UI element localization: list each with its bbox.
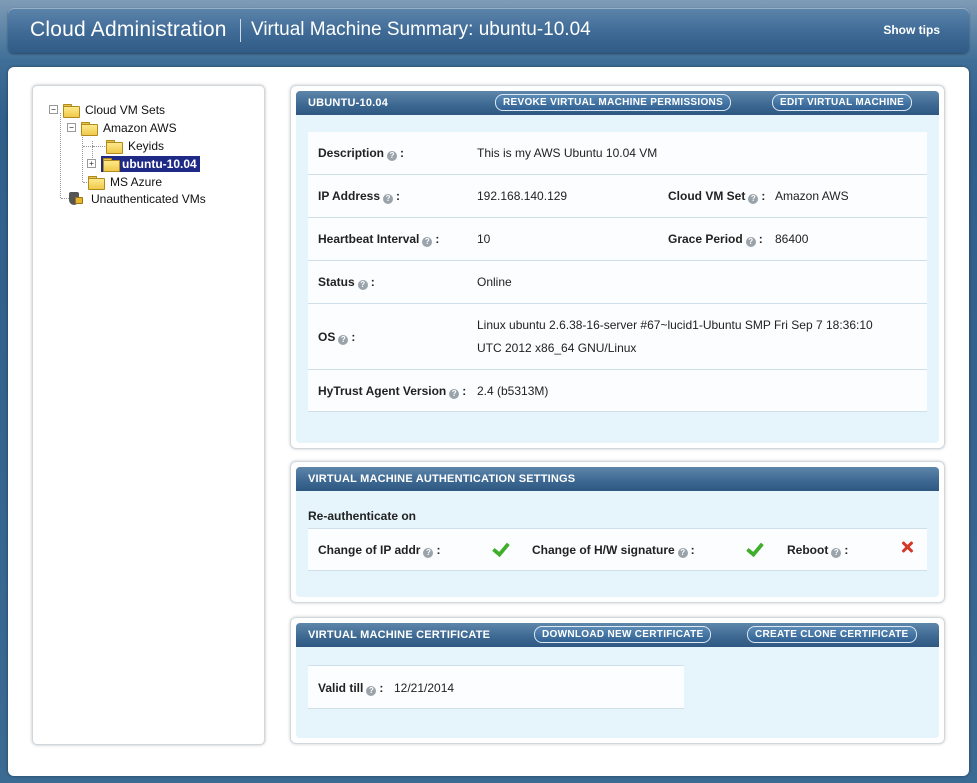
ip-address-value: 192.168.140.129 xyxy=(477,189,568,203)
vm-summary-card: UBUNTU-10.04 REVOKE VIRTUAL MACHINE PERM… xyxy=(290,85,945,449)
revoke-permissions-button[interactable]: REVOKE VIRTUAL MACHINE PERMISSIONS xyxy=(495,94,732,111)
heartbeat-label: Heartbeat Interval?: xyxy=(318,232,440,247)
row-description: Description?: This is my AWS Ubuntu 10.0… xyxy=(308,132,927,175)
tree-label[interactable]: Amazon AWS xyxy=(100,120,180,136)
vm-certificate-header: VIRTUAL MACHINE CERTIFICATE DOWNLOAD NEW… xyxy=(296,623,939,647)
help-icon[interactable]: ? xyxy=(422,237,433,247)
vm-auth-card: VIRTUAL MACHINE AUTHENTICATION SETTINGS … xyxy=(290,461,945,603)
folder-icon xyxy=(88,175,105,190)
ip-address-label: IP Address?: xyxy=(318,189,401,204)
vm-auth-header: VIRTUAL MACHINE AUTHENTICATION SETTINGS xyxy=(296,467,939,491)
valid-till-value: 12/21/2014 xyxy=(394,681,455,695)
vm-tree-panel: − Cloud VM Sets − Amazon AWS Keyids + ub… xyxy=(32,85,265,745)
app-header: Cloud Administration Virtual Machine Sum… xyxy=(8,8,969,53)
vm-certificate-card: VIRTUAL MACHINE CERTIFICATE DOWNLOAD NEW… xyxy=(290,617,945,744)
check-icon xyxy=(494,540,510,554)
create-clone-certificate-button[interactable]: CREATE CLONE CERTIFICATE xyxy=(747,626,917,643)
tree-label[interactable]: Cloud VM Sets xyxy=(82,102,168,118)
description-value: This is my AWS Ubuntu 10.04 VM xyxy=(477,146,658,160)
vm-summary-header: UBUNTU-10.04 REVOKE VIRTUAL MACHINE PERM… xyxy=(296,91,939,115)
vm-certificate-body: Valid till?: 12/21/2014 xyxy=(296,647,939,738)
folder-icon xyxy=(81,121,98,136)
collapse-toggle[interactable]: − xyxy=(49,105,58,114)
row-heartbeat: Heartbeat Interval?: 10 Grace Period?: 8… xyxy=(308,218,927,261)
row-ip-address: IP Address?: 192.168.140.129 Cloud VM Se… xyxy=(308,175,927,218)
os-label: OS?: xyxy=(318,330,356,345)
main-panel: − Cloud VM Sets − Amazon AWS Keyids + ub… xyxy=(8,67,969,776)
status-value: Online xyxy=(477,275,512,289)
row-os: OS?: Linux ubuntu 2.6.38-16-server #67~l… xyxy=(308,304,927,370)
os-value-line1: Linux ubuntu 2.6.38-16-server #67~lucid1… xyxy=(477,318,873,332)
folder-icon xyxy=(103,157,120,172)
agent-version-value: 2.4 (b5313M) xyxy=(477,384,549,398)
agent-version-label: HyTrust Agent Version?: xyxy=(318,384,467,399)
help-icon[interactable]: ? xyxy=(423,548,434,558)
heartbeat-value: 10 xyxy=(477,232,491,246)
tree-label[interactable]: MS Azure xyxy=(107,174,165,190)
status-label: Status?: xyxy=(318,275,375,290)
show-tips-link[interactable]: Show tips xyxy=(883,23,940,37)
reboot-label: Reboot?: xyxy=(787,543,849,558)
row-reauth-options: Change of IP addr?: Change of H/W signat… xyxy=(308,528,927,571)
tree-node-cloud-vm-sets[interactable]: − Cloud VM Sets xyxy=(49,101,168,118)
tree-node-keyids[interactable]: Keyids xyxy=(106,137,167,154)
grace-period-label: Grace Period?: xyxy=(668,232,763,247)
help-icon[interactable]: ? xyxy=(338,335,349,345)
collapse-toggle[interactable]: − xyxy=(67,123,76,132)
edit-vm-button[interactable]: EDIT VIRTUAL MACHINE xyxy=(772,94,913,111)
tree-node-ms-azure[interactable]: MS Azure xyxy=(88,173,165,190)
tree-label-text: ubuntu-10.04 xyxy=(122,156,197,171)
help-icon[interactable]: ? xyxy=(745,237,756,247)
vm-summary-title: UBUNTU-10.04 xyxy=(308,97,389,109)
tree-label-selected[interactable]: ubuntu-10.04 xyxy=(101,155,200,172)
tree-node-unauthenticated-vms[interactable]: Unauthenticated VMs xyxy=(69,190,209,207)
cross-icon xyxy=(900,540,914,554)
tree-node-ubuntu[interactable]: + ubuntu-10.04 xyxy=(87,155,200,172)
tree-node-amazon-aws[interactable]: − Amazon AWS xyxy=(67,119,180,136)
help-icon[interactable]: ? xyxy=(449,389,460,399)
download-certificate-button[interactable]: DOWNLOAD NEW CERTIFICATE xyxy=(534,626,712,643)
os-value-line2: UTC 2012 x86_64 GNU/Linux xyxy=(477,341,637,355)
tree-connector xyxy=(82,132,83,182)
folder-icon xyxy=(106,139,123,154)
folder-icon xyxy=(63,103,80,118)
help-icon[interactable]: ? xyxy=(831,548,842,558)
reauth-heading: Re-authenticate on xyxy=(308,509,417,523)
help-icon[interactable]: ? xyxy=(357,280,368,290)
tree-connector xyxy=(93,146,105,147)
grace-period-value: 86400 xyxy=(775,232,809,246)
description-label: Description?: xyxy=(318,146,405,161)
vm-certificate-title: VIRTUAL MACHINE CERTIFICATE xyxy=(308,629,491,641)
cloud-vm-set-value: Amazon AWS xyxy=(775,189,849,203)
tree-label[interactable]: Keyids xyxy=(125,138,167,154)
vm-auth-body: Re-authenticate on Change of IP addr?: C… xyxy=(296,491,939,597)
ip-change-label: Change of IP addr?: xyxy=(318,543,441,558)
title-separator xyxy=(240,19,241,42)
help-icon[interactable]: ? xyxy=(366,686,377,696)
tree-label[interactable]: Unauthenticated VMs xyxy=(88,191,209,207)
row-agent-version: HyTrust Agent Version?: 2.4 (b5313M) xyxy=(308,370,927,412)
vm-auth-title: VIRTUAL MACHINE AUTHENTICATION SETTINGS xyxy=(308,473,576,485)
cloud-vm-set-label: Cloud VM Set?: xyxy=(668,189,766,204)
row-valid-till: Valid till?: 12/21/2014 xyxy=(308,665,684,709)
help-icon[interactable]: ? xyxy=(387,151,398,161)
valid-till-label: Valid till?: xyxy=(318,681,384,696)
row-status: Status?: Online xyxy=(308,261,927,304)
expand-toggle[interactable]: + xyxy=(87,159,96,168)
locked-server-icon xyxy=(69,191,84,206)
check-icon xyxy=(748,540,764,554)
page-title: Virtual Machine Summary: ubuntu-10.04 xyxy=(251,19,591,40)
vm-summary-body: Description?: This is my AWS Ubuntu 10.0… xyxy=(296,115,939,443)
app-title: Cloud Administration xyxy=(30,18,227,41)
help-icon[interactable]: ? xyxy=(677,548,688,558)
tree-connector xyxy=(60,113,61,198)
hw-change-label: Change of H/W signature?: xyxy=(532,543,695,558)
help-icon[interactable]: ? xyxy=(748,194,759,204)
help-icon[interactable]: ? xyxy=(383,194,394,204)
